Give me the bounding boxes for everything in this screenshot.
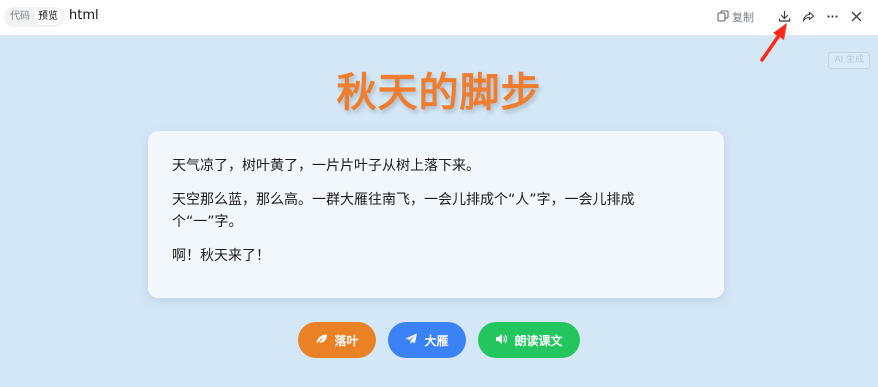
close-button[interactable] [844, 7, 868, 27]
read-aloud-button[interactable]: 朗读课文 [478, 322, 580, 358]
copy-button[interactable]: 复制 [717, 7, 754, 27]
leaf-button-label: 落叶 [334, 333, 359, 348]
copy-label: 复制 [732, 11, 754, 24]
tab-preview[interactable]: 预览 [34, 9, 62, 25]
document-title: html [69, 8, 99, 23]
leaf-icon [315, 333, 334, 348]
tab-code[interactable]: 代码 [6, 9, 34, 25]
geese-button-label: 大雁 [424, 333, 449, 348]
close-icon [850, 8, 863, 27]
paper-plane-icon [405, 333, 424, 348]
geese-button[interactable]: 大雁 [388, 322, 466, 358]
view-mode-toggle: 代码 预览 [4, 7, 64, 27]
volume-icon [495, 333, 514, 348]
copy-icon [717, 9, 732, 25]
more-icon [826, 8, 839, 27]
paragraph-3: 啊！秋天来了！ [172, 248, 270, 264]
text-card: 天气凉了，树叶黄了，一片片叶子从树上落下来。 天空那么蓝，那么高。一群大雁往南飞… [148, 131, 724, 298]
leaf-button[interactable]: 落叶 [298, 322, 376, 358]
share-icon [802, 8, 815, 27]
read-aloud-button-label: 朗读课文 [514, 333, 563, 348]
more-button[interactable] [820, 7, 844, 27]
page-title: 秋天的脚步 [336, 70, 542, 116]
share-button[interactable] [796, 7, 820, 27]
annotation-arrow [760, 23, 787, 62]
action-buttons: 落叶 大雁 朗读课文 [0, 322, 878, 358]
paragraph-1: 天气凉了，树叶黄了，一片片叶子从树上落下来。 [172, 158, 480, 174]
paragraph-2: 天空那么蓝，那么高。一群大雁往南飞，一会儿排成个“人”字，一会儿排成个“一”字。 [172, 192, 635, 230]
top-toolbar: 代码 预览 html 复制 [0, 0, 878, 36]
